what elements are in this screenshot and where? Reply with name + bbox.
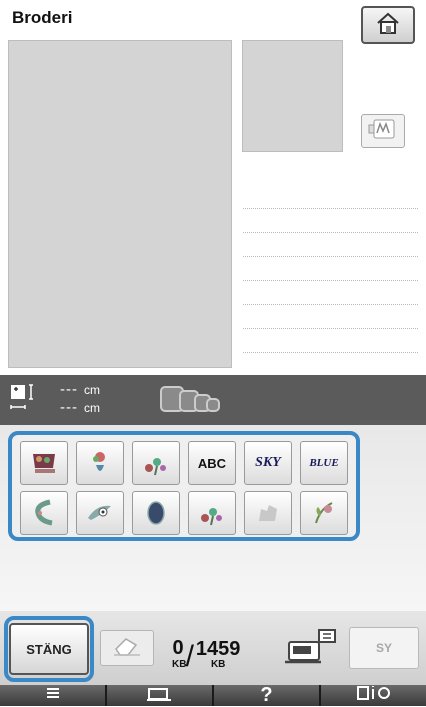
tab-settings-info[interactable] [321, 685, 426, 706]
info-row [243, 257, 418, 281]
memory-separator: / [185, 640, 194, 673]
memory-total: 1459 [195, 638, 241, 660]
memory-used-unit: KB [172, 659, 187, 670]
width-value: --- [60, 399, 78, 416]
oval-icon [147, 501, 165, 525]
info-row [243, 209, 418, 233]
width-readout: --- cm [60, 399, 100, 416]
floral-sign-icon [33, 454, 55, 473]
flowers-icon [201, 508, 222, 526]
close-button[interactable]: STÄNG [9, 623, 89, 675]
sewing-machine-icon [145, 684, 175, 707]
size-bar: --- cm --- cm [0, 375, 426, 425]
frame-display-button[interactable] [361, 114, 405, 148]
machine-transfer-icon [283, 628, 337, 673]
page-title: Broderi [12, 8, 73, 27]
pattern-sky-font-button[interactable]: SKY [244, 441, 292, 485]
help-icon: ? [260, 684, 273, 706]
frame-icon [368, 118, 398, 145]
pattern-floral-sign-button[interactable] [20, 441, 68, 485]
height-readout: --- cm [60, 381, 100, 398]
height-unit: cm [84, 383, 100, 397]
pattern-vase-button[interactable] [76, 441, 124, 485]
size-dimensions-icon [10, 383, 40, 415]
memory-total-unit: KB [210, 659, 226, 670]
width-unit: cm [84, 401, 100, 415]
pattern-category-panel: ABC SKY BLUE [8, 431, 360, 541]
border-motif-icon [35, 499, 53, 526]
info-row [243, 185, 418, 209]
bird-icon [88, 505, 111, 520]
thumbnail-preview [242, 40, 343, 152]
pattern-abc-font-button[interactable]: ABC [188, 441, 236, 485]
abc-font-label: ABC [197, 455, 227, 471]
pattern-border-button[interactable] [20, 491, 68, 535]
pattern-flowers-button[interactable] [132, 441, 180, 485]
info-list [243, 185, 418, 353]
embroidery-preview [8, 40, 232, 368]
info-row [243, 329, 418, 353]
info-row [243, 305, 418, 329]
pattern-blue-font-button[interactable]: BLUE [300, 441, 348, 485]
vase-icon [93, 452, 105, 471]
pattern-flower-leaf-button[interactable] [300, 491, 348, 535]
sew-button[interactable]: SY [349, 627, 419, 669]
info-row [243, 281, 418, 305]
tab-pattern-list[interactable] [0, 685, 105, 706]
pattern-bird-button[interactable] [76, 491, 124, 535]
list-icon [45, 684, 61, 707]
memory-used: 0 [172, 637, 184, 659]
tab-help[interactable]: ? [214, 684, 319, 706]
sky-font-label: SKY [255, 455, 281, 470]
blue-font-label: BLUE [309, 457, 339, 469]
flower-leaf-icon [315, 502, 333, 524]
height-value: --- [60, 381, 78, 398]
delete-button[interactable] [100, 630, 154, 666]
pattern-oval-button[interactable] [132, 491, 180, 535]
pattern-flowers-2-button[interactable] [188, 491, 236, 535]
bottom-tab-bar: ? [0, 684, 426, 706]
tab-sewing[interactable] [107, 685, 212, 706]
pattern-disabled-button[interactable] [244, 491, 292, 535]
info-row [243, 233, 418, 257]
disabled-pattern-icon [259, 505, 277, 521]
eraser-icon [112, 635, 142, 662]
home-button[interactable] [361, 6, 415, 44]
hoop-size-icon [160, 386, 230, 417]
memory-readout: KB 0 / 1459 KB [172, 628, 240, 672]
home-icon [375, 11, 401, 40]
flowers-icon [145, 458, 166, 476]
settings-info-icon [356, 684, 392, 707]
